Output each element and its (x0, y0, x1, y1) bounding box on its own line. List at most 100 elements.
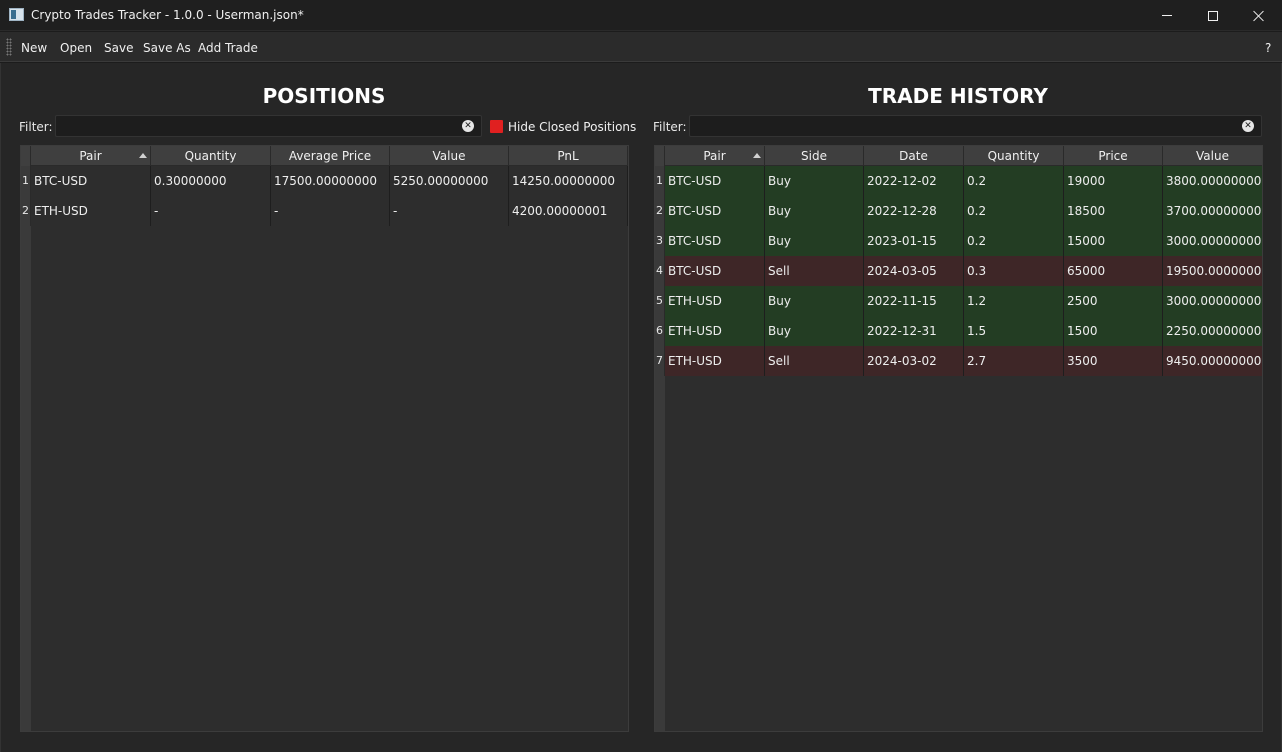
positions-filter-label: Filter: (19, 120, 53, 134)
column-header-pnl[interactable]: PnL (509, 146, 628, 166)
clear-circle-icon[interactable]: ✕ (462, 120, 474, 132)
row-number[interactable]: 5 (655, 286, 665, 316)
help-button[interactable]: ? (1265, 41, 1271, 55)
cell-quantity[interactable]: 0.3 (964, 256, 1064, 286)
row-number[interactable]: 1 (21, 166, 31, 196)
table-corner[interactable] (21, 146, 31, 166)
row-number[interactable]: 1 (655, 166, 665, 196)
cell-side[interactable]: Buy (765, 316, 864, 346)
clear-circle-icon[interactable]: ✕ (1242, 120, 1254, 132)
row-number[interactable]: 3 (655, 226, 665, 256)
column-header-pair[interactable]: Pair (665, 146, 765, 166)
cell-price[interactable]: 19000 (1064, 166, 1163, 196)
cell-average-price[interactable]: 17500.00000000 (271, 166, 390, 196)
cell-quantity[interactable]: 1.2 (964, 286, 1064, 316)
table-row[interactable]: 2 ETH-USD - - - 4200.00000001 (21, 196, 628, 226)
column-header-quantity[interactable]: Quantity (151, 146, 271, 166)
cell-value[interactable]: 3800.00000000 (1163, 166, 1262, 196)
cell-price[interactable]: 2500 (1064, 286, 1163, 316)
toolbar-grip-icon[interactable] (6, 38, 12, 56)
cell-date[interactable]: 2023-01-15 (864, 226, 964, 256)
cell-price[interactable]: 1500 (1064, 316, 1163, 346)
cell-value[interactable]: 3700.00000000 (1163, 196, 1262, 226)
cell-price[interactable]: 3500 (1064, 346, 1163, 376)
cell-date[interactable]: 2024-03-02 (864, 346, 964, 376)
table-row[interactable]: 7 ETH-USD Sell 2024-03-02 2.7 3500 9450.000000… (655, 346, 1262, 376)
close-icon (1253, 10, 1265, 22)
cell-date[interactable]: 2022-12-31 (864, 316, 964, 346)
cell-price[interactable]: 65000 (1064, 256, 1163, 286)
save-as-button[interactable]: Save As (143, 41, 191, 55)
cell-value[interactable]: 9450.00000000 (1163, 346, 1262, 376)
cell-pnl[interactable]: 4200.00000001 (509, 196, 628, 226)
cell-pnl[interactable]: 14250.00000000 (509, 166, 628, 196)
cell-pair[interactable]: BTC-USD (665, 166, 765, 196)
cell-date[interactable]: 2024-03-05 (864, 256, 964, 286)
cell-value[interactable]: 3000.00000000 (1163, 286, 1262, 316)
cell-date[interactable]: 2022-12-02 (864, 166, 964, 196)
cell-quantity[interactable]: 0.30000000 (151, 166, 271, 196)
cell-date[interactable]: 2022-12-28 (864, 196, 964, 226)
add-trade-button[interactable]: Add Trade (198, 41, 258, 55)
table-row[interactable]: 2 BTC-USD Buy 2022-12-28 0.2 18500 3700.000000… (655, 196, 1262, 226)
hide-closed-checkbox[interactable] (490, 120, 503, 133)
column-header-date[interactable]: Date (864, 146, 964, 166)
cell-pair[interactable]: ETH-USD (665, 346, 765, 376)
row-number[interactable]: 2 (655, 196, 665, 226)
positions-filter-input[interactable] (55, 115, 482, 137)
row-number[interactable]: 6 (655, 316, 665, 346)
cell-pair[interactable]: BTC-USD (665, 256, 765, 286)
cell-value[interactable]: 3000.00000000 (1163, 226, 1262, 256)
cell-pair[interactable]: BTC-USD (31, 166, 151, 196)
table-row[interactable]: 4 BTC-USD Sell 2024-03-05 0.3 65000 19500.0000… (655, 256, 1262, 286)
cell-side[interactable]: Buy (765, 226, 864, 256)
cell-pair[interactable]: BTC-USD (665, 196, 765, 226)
save-button[interactable]: Save (104, 41, 133, 55)
cell-average-price[interactable]: - (271, 196, 390, 226)
cell-price[interactable]: 18500 (1064, 196, 1163, 226)
cell-quantity[interactable]: 1.5 (964, 316, 1064, 346)
trade-history-filter-input[interactable] (689, 115, 1262, 137)
table-row[interactable]: 3 BTC-USD Buy 2023-01-15 0.2 15000 3000.000000… (655, 226, 1262, 256)
table-corner[interactable] (655, 146, 665, 166)
cell-side[interactable]: Buy (765, 286, 864, 316)
new-button[interactable]: New (21, 41, 47, 55)
cell-quantity[interactable]: 0.2 (964, 226, 1064, 256)
cell-pair[interactable]: ETH-USD (31, 196, 151, 226)
column-header-value[interactable]: Value (1163, 146, 1262, 166)
cell-date[interactable]: 2022-11-15 (864, 286, 964, 316)
cell-pair[interactable]: ETH-USD (665, 286, 765, 316)
cell-value[interactable]: 5250.00000000 (390, 166, 509, 196)
table-row[interactable]: 5 ETH-USD Buy 2022-11-15 1.2 2500 3000.0000000… (655, 286, 1262, 316)
cell-quantity[interactable]: - (151, 196, 271, 226)
cell-value[interactable]: 19500.00000000 (1163, 256, 1262, 286)
cell-pair[interactable]: BTC-USD (665, 226, 765, 256)
column-header-side[interactable]: Side (765, 146, 864, 166)
cell-value[interactable]: - (390, 196, 509, 226)
minimize-button[interactable] (1144, 0, 1190, 31)
cell-quantity[interactable]: 0.2 (964, 166, 1064, 196)
close-button[interactable] (1236, 0, 1282, 31)
cell-pair[interactable]: ETH-USD (665, 316, 765, 346)
column-header-quantity[interactable]: Quantity (964, 146, 1064, 166)
row-number[interactable]: 7 (655, 346, 665, 376)
cell-side[interactable]: Sell (765, 346, 864, 376)
table-row[interactable]: 6 ETH-USD Buy 2022-12-31 1.5 1500 2250.0000000… (655, 316, 1262, 346)
column-header-value[interactable]: Value (390, 146, 509, 166)
row-number[interactable]: 4 (655, 256, 665, 286)
cell-side[interactable]: Buy (765, 166, 864, 196)
cell-side[interactable]: Sell (765, 256, 864, 286)
cell-quantity[interactable]: 0.2 (964, 196, 1064, 226)
table-row[interactable]: 1 BTC-USD Buy 2022-12-02 0.2 19000 3800.000000… (655, 166, 1262, 196)
open-button[interactable]: Open (60, 41, 92, 55)
maximize-button[interactable] (1190, 0, 1236, 31)
cell-price[interactable]: 15000 (1064, 226, 1163, 256)
table-row[interactable]: 1 BTC-USD 0.30000000 17500.00000000 5250… (21, 166, 628, 196)
row-number[interactable]: 2 (21, 196, 31, 226)
column-header-pair[interactable]: Pair (31, 146, 151, 166)
column-header-price[interactable]: Price (1064, 146, 1163, 166)
column-header-average-price[interactable]: Average Price (271, 146, 390, 166)
cell-quantity[interactable]: 2.7 (964, 346, 1064, 376)
cell-side[interactable]: Buy (765, 196, 864, 226)
cell-value[interactable]: 2250.00000000 (1163, 316, 1262, 346)
